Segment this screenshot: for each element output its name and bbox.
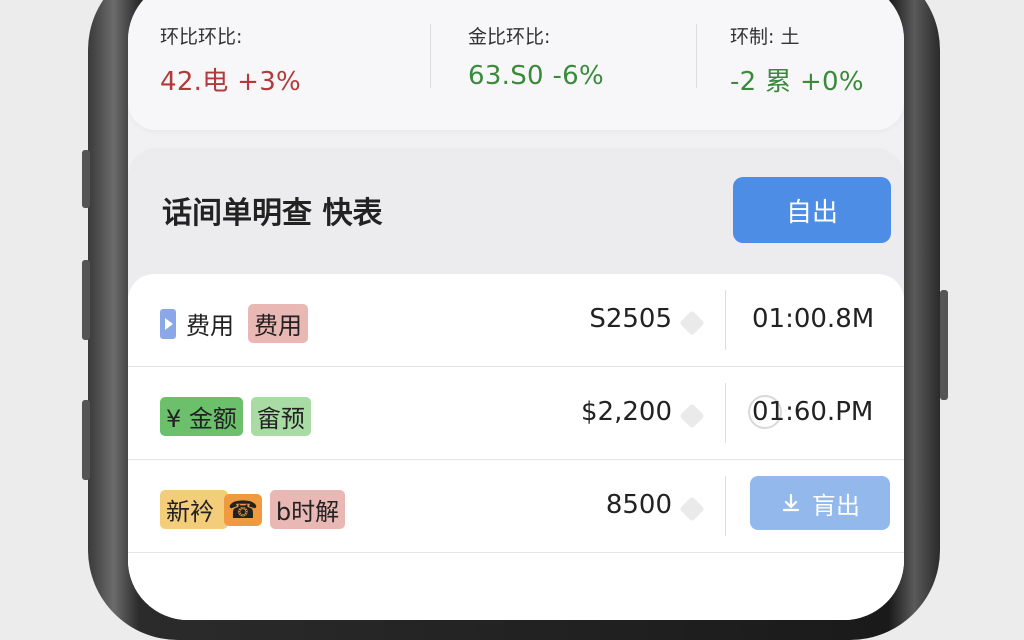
stat-label: 环比环比: bbox=[160, 26, 243, 48]
stat-3: 环制: 土 -2 累 +0% bbox=[730, 22, 864, 98]
tag: ¥ 金额 bbox=[160, 397, 243, 436]
tag: b时解 bbox=[269, 490, 346, 529]
diamond-icon bbox=[679, 496, 705, 522]
phone-side-button bbox=[940, 290, 948, 400]
diamond-icon bbox=[679, 403, 705, 429]
time: 01:60.PM bbox=[752, 397, 874, 427]
download-icon bbox=[782, 493, 800, 512]
table-row[interactable]: ¥ 金额 畲预 $2,200 01:60.PM bbox=[128, 367, 904, 460]
row-tags: ¥ 金额 畲预 bbox=[160, 397, 311, 436]
records-table: 费用 费用 S2505 01:00.8M ¥ 金额 畲预 $2,200 01:6… bbox=[128, 274, 904, 620]
tag: 新衿 bbox=[160, 490, 228, 529]
tag: 费用 bbox=[186, 312, 234, 340]
diamond-icon bbox=[679, 310, 705, 336]
phone-screen: 环比环比: 42.电 +3% 金比环比: 63.S0 -6% 环制: 土 -2 … bbox=[128, 0, 904, 620]
phone-side-button bbox=[82, 400, 90, 480]
table-row[interactable]: 费用 费用 S2505 01:00.8M bbox=[128, 274, 904, 367]
tag: 畲预 bbox=[250, 397, 311, 436]
stat-value: -2 累 +0% bbox=[730, 67, 864, 97]
table-row[interactable]: 新衿 ☎ b时解 8500 肓出 bbox=[128, 460, 904, 553]
stat-2: 金比环比: 63.S0 -6% bbox=[468, 22, 604, 91]
phone-icon[interactable]: ☎ bbox=[224, 493, 262, 526]
tag: 费用 bbox=[248, 304, 308, 343]
phone-side-button bbox=[82, 150, 90, 208]
amount: $2,200 bbox=[581, 397, 672, 427]
detail-panel: 话间单明查 快表 自出 费用 费用 S2505 01:00.8M ¥ 金额 畲预 bbox=[128, 148, 904, 620]
divider bbox=[725, 476, 726, 536]
download-button[interactable]: 肓出 bbox=[750, 476, 890, 530]
divider bbox=[725, 290, 726, 350]
phone-side-button bbox=[82, 260, 90, 340]
play-icon[interactable] bbox=[160, 308, 176, 339]
row-tags: 费用 费用 bbox=[160, 304, 308, 343]
stat-label: 环制: 土 bbox=[730, 26, 800, 48]
divider bbox=[725, 383, 726, 443]
panel-title: 话间单明查 快表 bbox=[162, 196, 383, 231]
stat-value: 63.S0 -6% bbox=[468, 61, 604, 91]
amount: S2505 bbox=[589, 304, 672, 334]
stat-1: 环比环比: 42.电 +3% bbox=[160, 22, 301, 98]
amount: 8500 bbox=[605, 490, 672, 520]
stat-value: 42.电 +3% bbox=[160, 67, 302, 97]
row-tags: 新衿 ☎ b时解 bbox=[160, 490, 346, 529]
divider bbox=[696, 24, 697, 88]
stats-card: 环比环比: 42.电 +3% 金比环比: 63.S0 -6% 环制: 土 -2 … bbox=[128, 0, 904, 130]
download-label: 肓出 bbox=[812, 491, 860, 520]
time: 01:00.8M bbox=[752, 304, 875, 334]
stat-label: 金比环比: bbox=[468, 26, 551, 48]
divider bbox=[430, 24, 431, 88]
export-button[interactable]: 自出 bbox=[733, 177, 891, 243]
